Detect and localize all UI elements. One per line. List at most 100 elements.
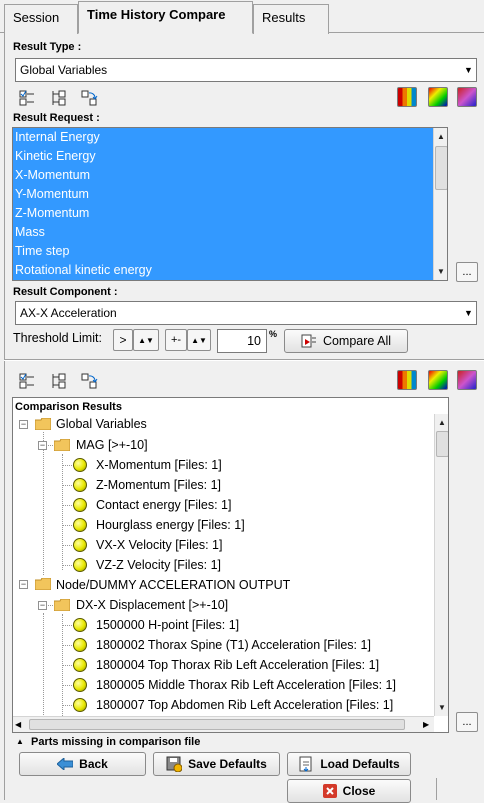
load-defaults-button[interactable]: Load Defaults bbox=[287, 752, 411, 776]
list-item[interactable]: Kinetic Energy bbox=[13, 147, 447, 166]
result-request-scrollbar[interactable]: ▲ ▼ bbox=[433, 128, 447, 280]
check-list-icon[interactable] bbox=[18, 372, 36, 390]
list-item[interactable]: Rotational kinetic energy bbox=[13, 261, 447, 280]
tree-node[interactable]: 1500000 H-point [Files: 1] bbox=[96, 615, 239, 635]
back-button[interactable]: Back bbox=[19, 752, 146, 776]
refresh-tree-icon[interactable] bbox=[81, 89, 99, 107]
result-ball-icon bbox=[73, 658, 87, 672]
list-item[interactable]: Time step bbox=[13, 242, 447, 261]
tree-node[interactable]: X-Momentum [Files: 1] bbox=[96, 455, 222, 475]
result-component-combo[interactable]: AX-X Acceleration ▼ bbox=[15, 301, 477, 325]
save-defaults-label: Save Defaults bbox=[188, 757, 267, 771]
result-request-more-button[interactable]: ... bbox=[456, 262, 478, 282]
tree-connector bbox=[62, 565, 72, 566]
tolerance-type-select[interactable]: +- bbox=[165, 329, 187, 351]
tree-node[interactable]: 1800004 Top Thorax Rib Left Acceleration… bbox=[96, 655, 379, 675]
scroll-thumb[interactable] bbox=[435, 146, 447, 190]
scroll-down-icon[interactable]: ▼ bbox=[434, 263, 447, 280]
contour-icon[interactable] bbox=[428, 370, 448, 390]
comparison-results-tree[interactable]: Comparison Results − Global Variables − … bbox=[12, 397, 449, 733]
list-item[interactable]: X-Momentum bbox=[13, 166, 447, 185]
refresh-tree-icon[interactable] bbox=[81, 372, 99, 390]
scroll-thumb[interactable] bbox=[436, 431, 448, 457]
scroll-thumb[interactable] bbox=[29, 719, 405, 730]
tree-node[interactable]: VZ-Z Velocity [Files: 1] bbox=[96, 555, 221, 575]
tree-node[interactable]: 1800007 Top Abdomen Rib Left Acceleratio… bbox=[96, 695, 393, 715]
divider bbox=[436, 778, 437, 800]
list-item[interactable]: Z-Momentum bbox=[13, 204, 447, 223]
expand-triangle-icon[interactable]: ▲ bbox=[16, 737, 24, 746]
tree-node-mag[interactable]: MAG [>+-10] bbox=[76, 435, 148, 455]
result-type-value: Global Variables bbox=[20, 63, 108, 77]
contour-icon[interactable] bbox=[428, 87, 448, 107]
result-type-label: Result Type : bbox=[13, 41, 82, 53]
tree-connector bbox=[62, 485, 72, 486]
close-icon bbox=[322, 784, 337, 798]
tab-session[interactable]: Session bbox=[4, 4, 78, 34]
scroll-up-icon[interactable]: ▲ bbox=[435, 414, 448, 431]
check-list-icon[interactable] bbox=[18, 89, 36, 107]
tree-node-dx-displacement[interactable]: DX-X Displacement [>+-10] bbox=[76, 595, 228, 615]
collapse-icon[interactable]: − bbox=[38, 441, 47, 450]
comparison-vertical-scrollbar[interactable]: ▲ ▼ bbox=[434, 414, 448, 716]
scroll-up-icon[interactable]: ▲ bbox=[434, 128, 447, 145]
tree-connector bbox=[43, 432, 44, 575]
scroll-right-icon[interactable]: ▶ bbox=[423, 720, 429, 729]
save-defaults-button[interactable]: Save Defaults bbox=[153, 752, 280, 776]
threshold-value-input[interactable]: 10 bbox=[217, 329, 267, 353]
tab-results[interactable]: Results bbox=[253, 4, 329, 34]
comparison-results-header: Comparison Results bbox=[15, 401, 122, 413]
tree-node[interactable]: VX-X Velocity [Files: 1] bbox=[96, 535, 222, 555]
list-item[interactable]: Mass bbox=[13, 223, 447, 242]
scroll-down-icon[interactable]: ▼ bbox=[435, 699, 448, 716]
percent-unit: % bbox=[269, 329, 278, 339]
tree-node[interactable]: Z-Momentum [Files: 1] bbox=[96, 475, 221, 495]
tree-connector bbox=[62, 705, 72, 706]
result-ball-icon bbox=[73, 698, 87, 712]
result-component-label: Result Component : bbox=[13, 286, 118, 298]
collapse-icon[interactable]: − bbox=[19, 420, 28, 429]
compare-all-label: Compare All bbox=[322, 334, 392, 348]
tree-connector bbox=[62, 525, 72, 526]
compare-all-button[interactable]: Compare All bbox=[284, 329, 408, 353]
operator-spinner[interactable]: ▲▼ bbox=[133, 329, 159, 351]
tree-node[interactable]: 1800002 Thorax Spine (T1) Acceleration [… bbox=[96, 635, 371, 655]
comparison-more-button[interactable]: ... bbox=[456, 712, 478, 732]
collapse-icon[interactable]: − bbox=[38, 601, 47, 610]
result-type-combo[interactable]: Global Variables ▼ bbox=[15, 58, 477, 82]
mesh-icon[interactable] bbox=[457, 370, 477, 390]
tree-node[interactable]: Contact energy [Files: 1] bbox=[96, 495, 231, 515]
tree-expand-icon[interactable] bbox=[49, 89, 67, 107]
chart-icon[interactable] bbox=[397, 87, 417, 107]
tree-node-global-variables[interactable]: Global Variables bbox=[56, 414, 147, 434]
tree-expand-icon[interactable] bbox=[49, 372, 67, 390]
scroll-left-icon[interactable]: ◀ bbox=[15, 720, 21, 729]
list-item[interactable]: Y-Momentum bbox=[13, 185, 447, 204]
tab-bar: Session Time History Compare Results bbox=[0, 0, 484, 34]
result-ball-icon bbox=[73, 518, 87, 532]
comparison-horizontal-scrollbar[interactable]: ◀ ▶ bbox=[13, 716, 434, 732]
tree-node[interactable]: 1800005 Middle Thorax Rib Left Accelerat… bbox=[96, 675, 396, 695]
list-item[interactable]: Internal Energy bbox=[13, 128, 447, 147]
arrow-left-icon bbox=[57, 758, 74, 770]
result-ball-icon bbox=[73, 638, 87, 652]
tolerance-type-spinner[interactable]: ▲▼ bbox=[187, 329, 211, 351]
result-request-list[interactable]: Internal Energy Kinetic Energy X-Momentu… bbox=[12, 127, 448, 281]
folder-icon bbox=[35, 418, 51, 430]
collapse-icon[interactable]: − bbox=[19, 580, 28, 589]
tab-time-history-compare[interactable]: Time History Compare bbox=[78, 1, 253, 34]
close-button[interactable]: Close bbox=[287, 779, 411, 803]
back-label: Back bbox=[79, 757, 108, 771]
result-ball-icon bbox=[73, 478, 87, 492]
tree-node-node-dummy[interactable]: Node/DUMMY ACCELERATION OUTPUT bbox=[56, 575, 290, 595]
tree-connector bbox=[62, 545, 72, 546]
folder-icon bbox=[35, 578, 51, 590]
tree-node[interactable]: Hourglass energy [Files: 1] bbox=[96, 515, 245, 535]
operator-select[interactable]: > bbox=[113, 329, 133, 351]
divider bbox=[4, 359, 484, 361]
result-ball-icon bbox=[73, 618, 87, 632]
load-icon bbox=[299, 756, 312, 772]
mesh-icon[interactable] bbox=[457, 87, 477, 107]
chart-icon[interactable] bbox=[397, 370, 417, 390]
tree-connector bbox=[62, 665, 72, 666]
